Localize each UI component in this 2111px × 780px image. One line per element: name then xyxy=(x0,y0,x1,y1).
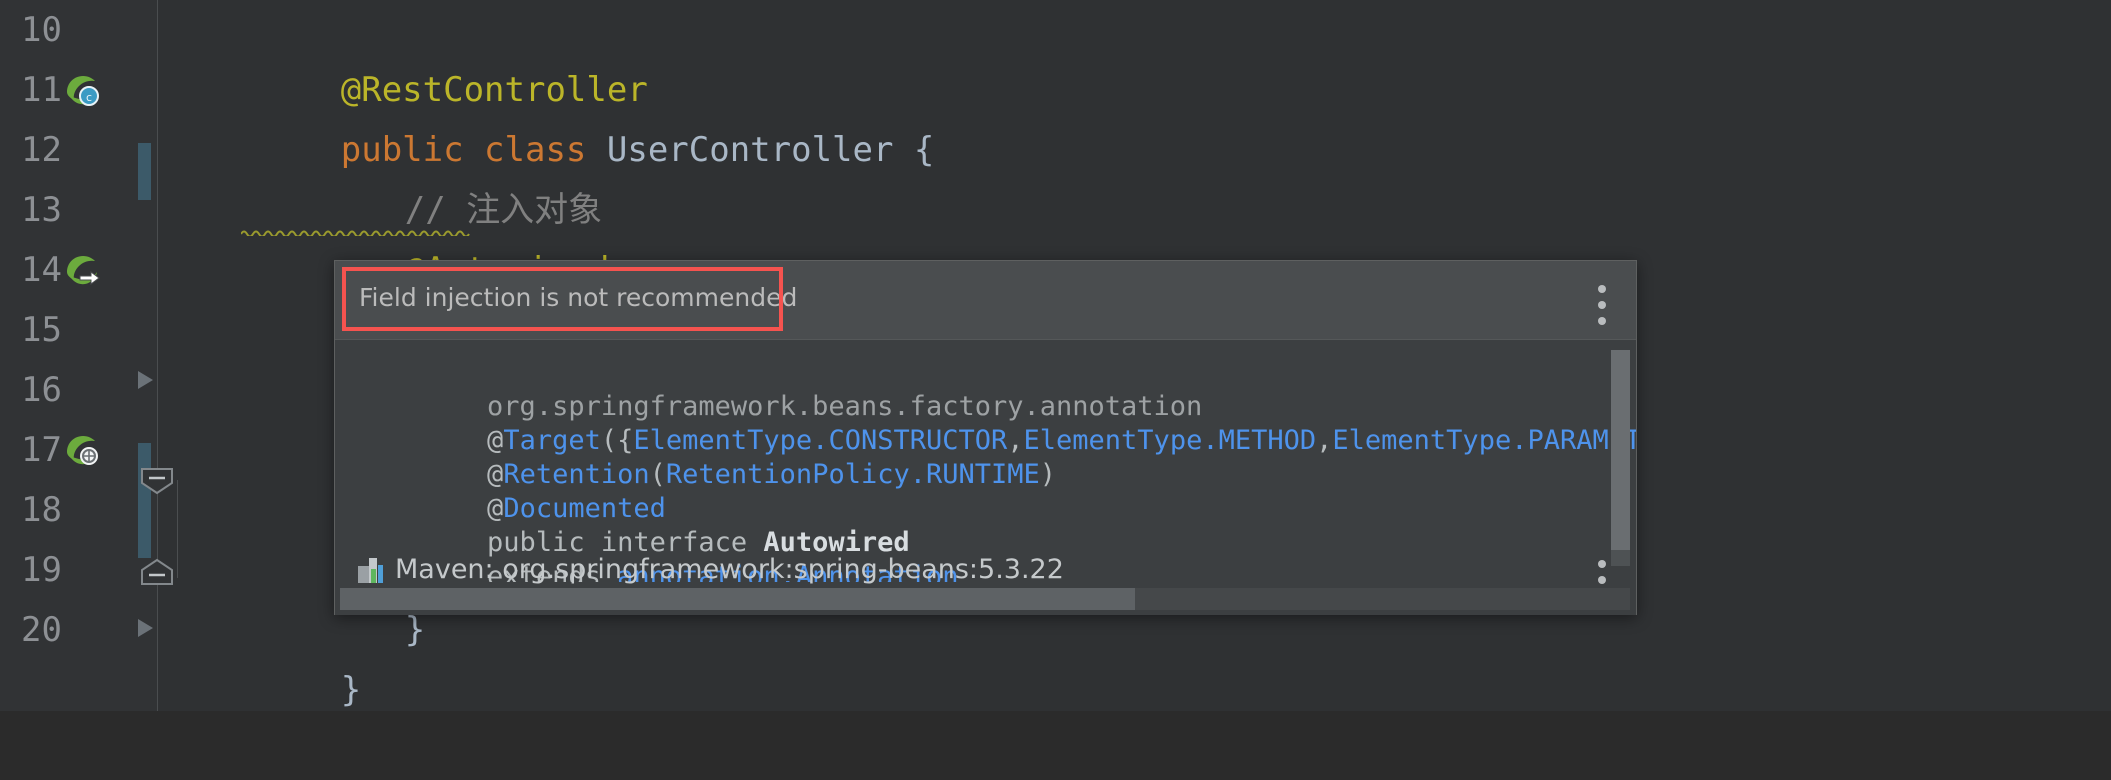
close-brace-method: } xyxy=(404,610,426,650)
comma-2: , xyxy=(1316,425,1333,456)
maven-coordinate-label: Maven: org.springframework:spring-beans:… xyxy=(395,554,1064,585)
close-brace-class: } xyxy=(340,670,362,710)
line-number: 20 xyxy=(21,610,62,650)
indent-guide xyxy=(177,480,178,578)
gutter-row-13: 13 xyxy=(0,180,158,240)
documentation-popup[interactable]: Field injection is not recommended org.s… xyxy=(334,260,1637,615)
element-type-parameter: ElementType.PARAMETER xyxy=(1332,425,1636,456)
maven-icon xyxy=(358,558,383,583)
gutter-row-18: 18 xyxy=(0,480,158,540)
popup-body[interactable]: org.springframework.beans.factory.annota… xyxy=(335,340,1636,582)
line-number: 10 xyxy=(21,10,62,50)
horizontal-scrollbar-thumb[interactable] xyxy=(340,588,1135,610)
retention-policy-runtime: RetentionPolicy.RUNTIME xyxy=(665,459,1040,490)
inspection-message: Field injection is not recommended xyxy=(359,283,798,312)
gutter-row-20: 20 xyxy=(0,600,158,660)
gutter-row-12: 12 xyxy=(0,120,158,180)
gutter-row-17: 17 xyxy=(0,420,158,480)
svg-text:c: c xyxy=(86,91,92,104)
change-marker-line-12[interactable] xyxy=(138,143,151,200)
spring-bean-class-icon[interactable]: c xyxy=(64,72,100,108)
vertical-scrollbar-thumb[interactable] xyxy=(1611,350,1630,550)
popup-vertical-scrollbar[interactable] xyxy=(1611,350,1630,566)
line-number: 12 xyxy=(21,130,62,170)
fold-triangle-line-20[interactable] xyxy=(138,619,153,637)
fold-triangle-line-16[interactable] xyxy=(138,371,153,389)
gutter-row-10: 10 xyxy=(0,0,158,60)
spring-bean-web-icon[interactable] xyxy=(64,432,100,468)
line-number: 18 xyxy=(21,490,62,530)
line-number: 14 xyxy=(21,250,62,290)
line-number: 15 xyxy=(21,310,62,350)
line-number: 16 xyxy=(21,370,62,410)
code-line-10[interactable]: @RestController xyxy=(177,0,648,110)
warning-squiggly-underline xyxy=(241,230,470,236)
kebab-menu-icon-header[interactable] xyxy=(1598,285,1606,325)
ide-editor-window: 10 11 c 12 13 14 15 16 17 18 19 20 @Rest… xyxy=(0,0,2111,711)
line-number: 17 xyxy=(21,430,62,470)
popup-footer[interactable]: Maven: org.springframework:spring-beans:… xyxy=(335,554,1636,615)
line-number: 11 xyxy=(21,70,62,110)
line-number: 13 xyxy=(21,190,62,230)
popup-header: Field injection is not recommended xyxy=(335,261,1636,340)
line-number: 19 xyxy=(21,550,62,590)
gutter-row-16: 16 xyxy=(0,360,158,420)
gutter-row-15: 15 xyxy=(0,300,158,360)
gutter-row-11: 11 c xyxy=(0,60,158,120)
gutter-row-19: 19 xyxy=(0,540,158,600)
class-name-usercontroller: UserController xyxy=(606,130,914,170)
spring-bean-inject-icon[interactable] xyxy=(64,252,100,288)
gutter-row-14: 14 xyxy=(0,240,158,300)
change-marker-lines-17-18[interactable] xyxy=(138,443,151,558)
open-brace: { xyxy=(913,130,935,170)
code-line-11[interactable]: public class UserController { xyxy=(177,60,935,170)
element-type-method: ElementType.METHOD xyxy=(1023,425,1317,456)
popup-horizontal-scrollbar[interactable] xyxy=(340,588,1630,610)
close-paren: ) xyxy=(1039,459,1057,490)
code-line-12[interactable]: // 注入对象 xyxy=(241,120,602,230)
